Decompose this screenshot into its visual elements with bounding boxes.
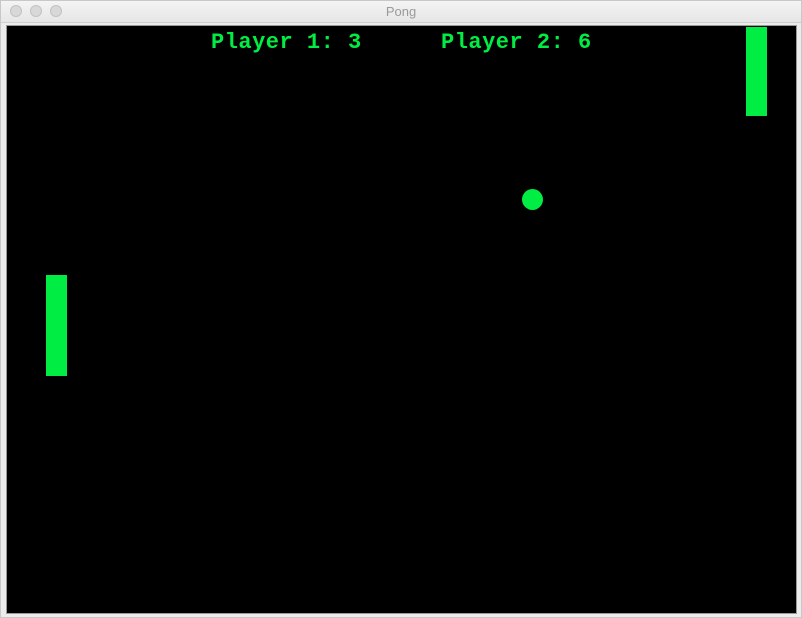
right-paddle (746, 27, 767, 116)
game-canvas[interactable]: Player 1: 3 Player 2: 6 (6, 25, 797, 614)
window-title: Pong (385, 4, 417, 19)
ball (522, 189, 543, 210)
left-paddle (46, 275, 67, 376)
scoreboard: Player 1: 3 Player 2: 6 (7, 30, 796, 56)
player1-score: Player 1: 3 (211, 30, 362, 55)
player2-score: Player 2: 6 (441, 30, 592, 55)
title-bar[interactable]: Pong (1, 1, 801, 23)
app-window: Pong Player 1: 3 Player 2: 6 (0, 0, 802, 618)
